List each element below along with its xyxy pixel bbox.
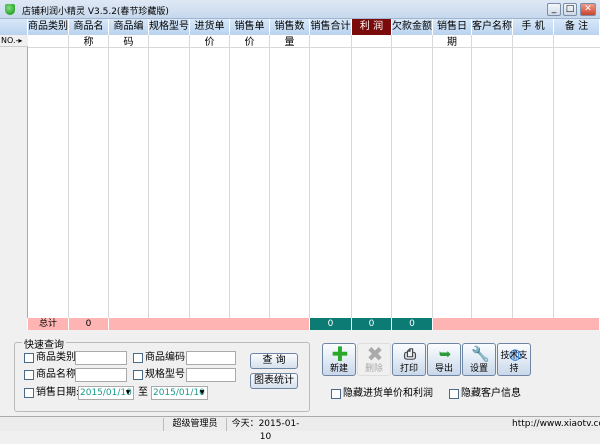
col-divider — [229, 35, 230, 330]
row-divider — [28, 47, 600, 48]
col-header[interactable]: 手 机 — [513, 19, 554, 35]
code-input[interactable] — [186, 351, 236, 365]
col-divider — [189, 35, 190, 330]
export-button[interactable]: ➥ 导出 — [427, 343, 461, 376]
date-to-picker[interactable]: 2015/01/10 ▼ — [151, 386, 208, 400]
hide-customer-checkbox[interactable] — [449, 389, 459, 399]
category-checkbox[interactable] — [24, 353, 34, 363]
quick-search-legend: 快速查询 — [22, 336, 66, 351]
col-divider — [553, 35, 554, 330]
date-checkbox[interactable] — [24, 388, 34, 398]
col-divider — [471, 35, 472, 330]
code-checkbox[interactable] — [133, 353, 143, 363]
col-header[interactable]: 规格型号 — [149, 19, 190, 35]
total-profit: 0 — [352, 318, 392, 330]
col-header[interactable]: 欠款金额 — [392, 19, 433, 35]
col-header[interactable]: 客户名称 — [472, 19, 513, 35]
status-url[interactable]: http://www.xiaotv.com — [512, 418, 600, 431]
date-from-picker[interactable]: 2015/01/10 ▼ — [78, 386, 134, 400]
col-header[interactable]: 商品类别 — [28, 19, 69, 35]
totals-empty — [433, 318, 600, 330]
delete-label: 删除 — [364, 364, 383, 374]
col-divider — [512, 35, 513, 330]
name-checkbox[interactable] — [24, 370, 34, 380]
total-value: 0 — [69, 318, 109, 330]
spec-label: 规格型号: — [145, 369, 189, 380]
status-bar: 超级管理员 今天：2015-01-10 http://www.xiaotv.co… — [0, 416, 600, 442]
col-divider — [309, 35, 310, 330]
close-button[interactable]: ✕ — [580, 3, 596, 16]
app-icon — [5, 4, 15, 15]
total-sales: 0 — [310, 318, 352, 330]
col-header[interactable]: 备 注 — [554, 19, 600, 35]
col-divider — [391, 35, 392, 330]
col-divider — [432, 35, 433, 330]
col-divider — [68, 35, 69, 330]
maximize-button[interactable]: □ — [563, 3, 577, 16]
chevron-down-icon[interactable]: ▼ — [197, 387, 207, 399]
totals-empty — [109, 318, 310, 330]
col-header[interactable]: 销售合计 — [310, 19, 352, 35]
settings-button[interactable]: 🔧 设置 — [462, 343, 496, 376]
chevron-down-icon[interactable]: ▼ — [123, 387, 133, 399]
col-header[interactable]: 商品名称 — [69, 19, 109, 48]
minimize-button[interactable]: _ — [547, 3, 561, 16]
new-label: 新建 — [329, 364, 348, 374]
sales-grid[interactable]: 商品类别 商品名称 商品编码 规格型号 进货单价 销售单价 销售数量 销售合计 … — [0, 19, 600, 330]
settings-label: 设置 — [469, 364, 488, 374]
chart-stats-button[interactable]: 图表统计 — [250, 373, 298, 389]
print-label: 打印 — [399, 364, 418, 374]
hide-cost-checkbox[interactable] — [331, 389, 341, 399]
window-title: 店铺利润小精灵 V3.5.2(春节珍藏版) — [22, 7, 169, 17]
query-button[interactable]: 查 询 — [250, 353, 298, 369]
col-divider — [351, 35, 352, 330]
support-label: 技术支持 — [500, 351, 528, 374]
category-input[interactable] — [75, 351, 127, 365]
totals-label: 总计 — [28, 318, 69, 330]
col-header[interactable]: 进货单价 — [190, 19, 230, 48]
hide-customer-label: 隐藏客户信息 — [461, 388, 521, 399]
row-header-column — [0, 35, 28, 330]
export-label: 导出 — [434, 364, 453, 374]
title-bar: 店铺利润小精灵 V3.5.2(春节珍藏版) _ □ ✕ — [0, 0, 600, 19]
col-divider — [108, 35, 109, 330]
name-label: 商品名称 — [36, 369, 76, 380]
print-button[interactable]: ⎙ 打印 — [392, 343, 426, 376]
col-header[interactable]: 商品编码 — [109, 19, 149, 48]
date-label: 销售日期: — [36, 387, 80, 398]
delete-button[interactable]: ✖ 删除 — [357, 343, 391, 376]
col-header[interactable]: 销售日期 — [433, 19, 472, 48]
category-label: 商品类别 — [36, 352, 76, 363]
hide-cost-label: 隐藏进货单价和利润 — [343, 388, 433, 399]
spec-input[interactable] — [186, 368, 236, 382]
total-debt: 0 — [392, 318, 433, 330]
totals-row: 总计 0 0 0 0 — [0, 318, 600, 330]
col-header[interactable]: 销售单价 — [230, 19, 270, 48]
col-header[interactable]: 销售数量 — [270, 19, 310, 48]
new-button[interactable]: ✚ 新建 — [322, 343, 356, 376]
col-divider — [148, 35, 149, 330]
corner-header — [0, 19, 28, 35]
support-button[interactable]: ◍ 技术支持 — [497, 343, 531, 376]
name-input[interactable] — [75, 368, 127, 382]
row-indicator[interactable]: NO.-▸ — [0, 35, 28, 47]
totals-corner — [0, 318, 28, 330]
col-header-profit[interactable]: 利 润 — [352, 19, 392, 35]
status-date: 今天：2015-01-10 — [226, 418, 304, 442]
col-divider — [269, 35, 270, 330]
to-label: 至 — [138, 387, 148, 398]
status-user: 超级管理员 — [163, 418, 226, 431]
code-label: 商品编码 — [145, 352, 185, 363]
spec-checkbox[interactable] — [133, 370, 143, 380]
